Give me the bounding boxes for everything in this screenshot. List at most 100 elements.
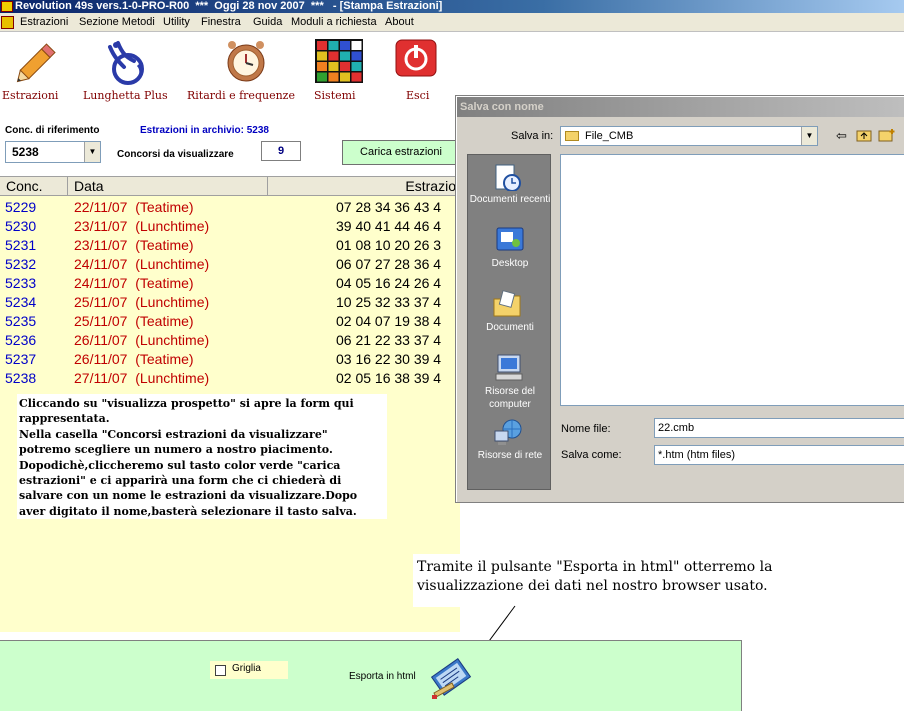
- new-folder-icon[interactable]: [878, 128, 896, 145]
- cell-conc: 5230: [5, 218, 37, 234]
- export-label: Esporta in html: [349, 671, 416, 682]
- load-button[interactable]: Carica estrazioni: [342, 140, 460, 165]
- lunghetta-label: Lunghetta Plus: [83, 89, 168, 102]
- cell-date: 27/11/07 (Lunchtime): [74, 370, 210, 386]
- lunghetta-button[interactable]: Lunghetta Plus: [80, 33, 174, 105]
- grid-toggle[interactable]: Griglia: [210, 661, 288, 679]
- cell-date: 22/11/07 (Teatime): [74, 199, 194, 215]
- cell-date: 24/11/07 (Lunchtime): [74, 256, 210, 272]
- cell-numbers: 01 08 10 20 26 3: [336, 237, 442, 253]
- savetype-label: Salva come:: [561, 449, 622, 461]
- esci-label: Esci: [406, 89, 430, 102]
- table-row[interactable]: 5230 23/11/07 (Lunchtime) 39 40 41 44 46 4: [0, 217, 460, 236]
- filename-input[interactable]: 22.cmb: [654, 418, 904, 438]
- recent-documents-icon: [495, 164, 521, 191]
- menu-guida[interactable]: Guida: [253, 16, 282, 28]
- savetype-select[interactable]: *.htm (htm files): [654, 445, 904, 465]
- cell-numbers: 02 05 16 38 39 4: [336, 370, 442, 386]
- cell-conc: 5229: [5, 199, 37, 215]
- table-row[interactable]: 5236 26/11/07 (Lunchtime) 06 21 22 33 37 4: [0, 331, 460, 350]
- archive-count-label: Estrazioni in archivio: 5238: [140, 125, 269, 136]
- place-label: Risorse del computer: [484, 386, 536, 410]
- table-row[interactable]: 5237 26/11/07 (Teatime) 03 16 22 30 39 4: [0, 350, 460, 369]
- grid-checkbox[interactable]: [215, 665, 226, 676]
- cell-conc: 5231: [5, 237, 37, 253]
- desktop-icon: [496, 227, 524, 251]
- sistemi-button[interactable]: Sistemi: [310, 33, 366, 105]
- col-numbers-header[interactable]: Estrazio: [268, 177, 460, 196]
- menu-moduli[interactable]: Moduli a richiesta: [291, 16, 377, 28]
- menu-estrazioni[interactable]: Estrazioni: [20, 16, 68, 28]
- window-title: Revolution 49s vers.1-0-PRO-R00 *** Oggi…: [15, 0, 443, 12]
- app-icon: [1, 1, 13, 12]
- menu-bar: Estrazioni Sezione Metodi Utility Finest…: [0, 13, 904, 32]
- esci-button[interactable]: Esci: [395, 33, 439, 105]
- export-html-icon[interactable]: [428, 653, 478, 703]
- table-row[interactable]: 5232 24/11/07 (Lunchtime) 06 07 27 28 36 4: [0, 255, 460, 274]
- documents-folder-icon: [493, 290, 521, 317]
- count-input[interactable]: 9: [261, 141, 301, 161]
- cell-conc: 5236: [5, 332, 37, 348]
- note-line: Tramite il pulsante "Esporta in html" ot…: [417, 559, 773, 575]
- cell-date: 25/11/07 (Lunchtime): [74, 294, 210, 310]
- estrazioni-button[interactable]: Estrazioni: [0, 33, 64, 105]
- cell-conc: 5237: [5, 351, 37, 367]
- note-line: Cliccando su "visualizza prospetto" si a…: [19, 397, 354, 410]
- cell-numbers: 06 21 22 33 37 4: [336, 332, 442, 348]
- cell-numbers: 06 07 27 28 36 4: [336, 256, 442, 272]
- instruction-note: Cliccando su "visualizza prospetto" si a…: [17, 394, 387, 519]
- conc-value: 5238: [12, 145, 39, 159]
- cell-conc: 5232: [5, 256, 37, 272]
- sistemi-label: Sistemi: [314, 89, 356, 102]
- folder-select[interactable]: File_CMB ▼: [560, 126, 818, 146]
- cell-date: 23/11/07 (Teatime): [74, 237, 194, 253]
- table-row[interactable]: 5238 27/11/07 (Lunchtime) 02 05 16 38 39 4: [0, 369, 460, 388]
- conc-select[interactable]: 5238 ▼: [5, 141, 101, 163]
- ritardi-button[interactable]: Ritardi e frequenze: [185, 33, 297, 105]
- title-bar: Revolution 49s vers.1-0-PRO-R00 *** Oggi…: [0, 0, 904, 13]
- cell-date: 23/11/07 (Lunchtime): [74, 218, 210, 234]
- menu-utility[interactable]: Utility: [163, 16, 190, 28]
- note-line: salvare con un nome le estrazioni da vis…: [19, 489, 358, 503]
- up-folder-icon[interactable]: [856, 128, 872, 145]
- lottery-hand-icon: [108, 41, 144, 85]
- cell-conc: 5233: [5, 275, 37, 291]
- cell-date: 24/11/07 (Teatime): [74, 275, 194, 291]
- cell-numbers: 02 04 07 19 38 4: [336, 313, 442, 329]
- cell-numbers: 10 25 32 33 37 4: [336, 294, 442, 310]
- my-computer-icon: [495, 354, 523, 381]
- cell-conc: 5238: [5, 370, 37, 386]
- col-date-header[interactable]: Data: [68, 177, 268, 196]
- mdi-child-icon[interactable]: [1, 16, 14, 29]
- count-label: Concorsi da visualizzare: [117, 149, 234, 160]
- grid-checkbox-label: Griglia: [232, 663, 261, 674]
- menu-sezione-metodi[interactable]: Sezione Metodi: [79, 16, 155, 28]
- note-line: visualizzazione dei dati nel nostro brow…: [417, 578, 768, 594]
- filename-label: Nome file:: [561, 423, 611, 435]
- cell-numbers: 39 40 41 44 46 4: [336, 218, 442, 234]
- table-row[interactable]: 5233 24/11/07 (Teatime) 04 05 16 24 26 4: [0, 274, 460, 293]
- place-label: Documenti: [486, 322, 534, 333]
- place-label: Risorse di rete: [477, 450, 543, 461]
- file-list[interactable]: [560, 154, 904, 406]
- chevron-down-icon[interactable]: ▼: [84, 142, 100, 162]
- alarm-clock-icon: [227, 41, 265, 82]
- col-conc-header[interactable]: Conc.: [0, 177, 68, 196]
- table-row[interactable]: 5234 25/11/07 (Lunchtime) 10 25 32 33 37 4: [0, 293, 460, 312]
- pencil-icon: [16, 43, 56, 83]
- table-row[interactable]: 5235 25/11/07 (Teatime) 02 04 07 19 38 4: [0, 312, 460, 331]
- folder-icon: [565, 131, 579, 141]
- cell-numbers: 04 05 16 24 26 4: [336, 275, 442, 291]
- conc-label: Conc. di riferimento: [5, 125, 100, 136]
- table-row[interactable]: 5229 22/11/07 (Teatime) 07 28 34 36 43 4: [0, 198, 460, 217]
- table-row[interactable]: 5231 23/11/07 (Teatime) 01 08 10 20 26 3: [0, 236, 460, 255]
- menu-about[interactable]: About: [385, 16, 414, 28]
- grid-header: Conc. Data Estrazio: [0, 176, 460, 196]
- chevron-down-icon[interactable]: ▼: [801, 127, 817, 145]
- menu-finestra[interactable]: Finestra: [201, 16, 241, 28]
- cell-numbers: 07 28 34 36 43 4: [336, 199, 442, 215]
- back-arrow-icon[interactable]: ⇦: [836, 128, 847, 144]
- network-places-icon: [494, 419, 522, 445]
- note-line: estrazioni" e ci apparirà una form che c…: [19, 474, 342, 488]
- cell-numbers: 03 16 22 30 39 4: [336, 351, 442, 367]
